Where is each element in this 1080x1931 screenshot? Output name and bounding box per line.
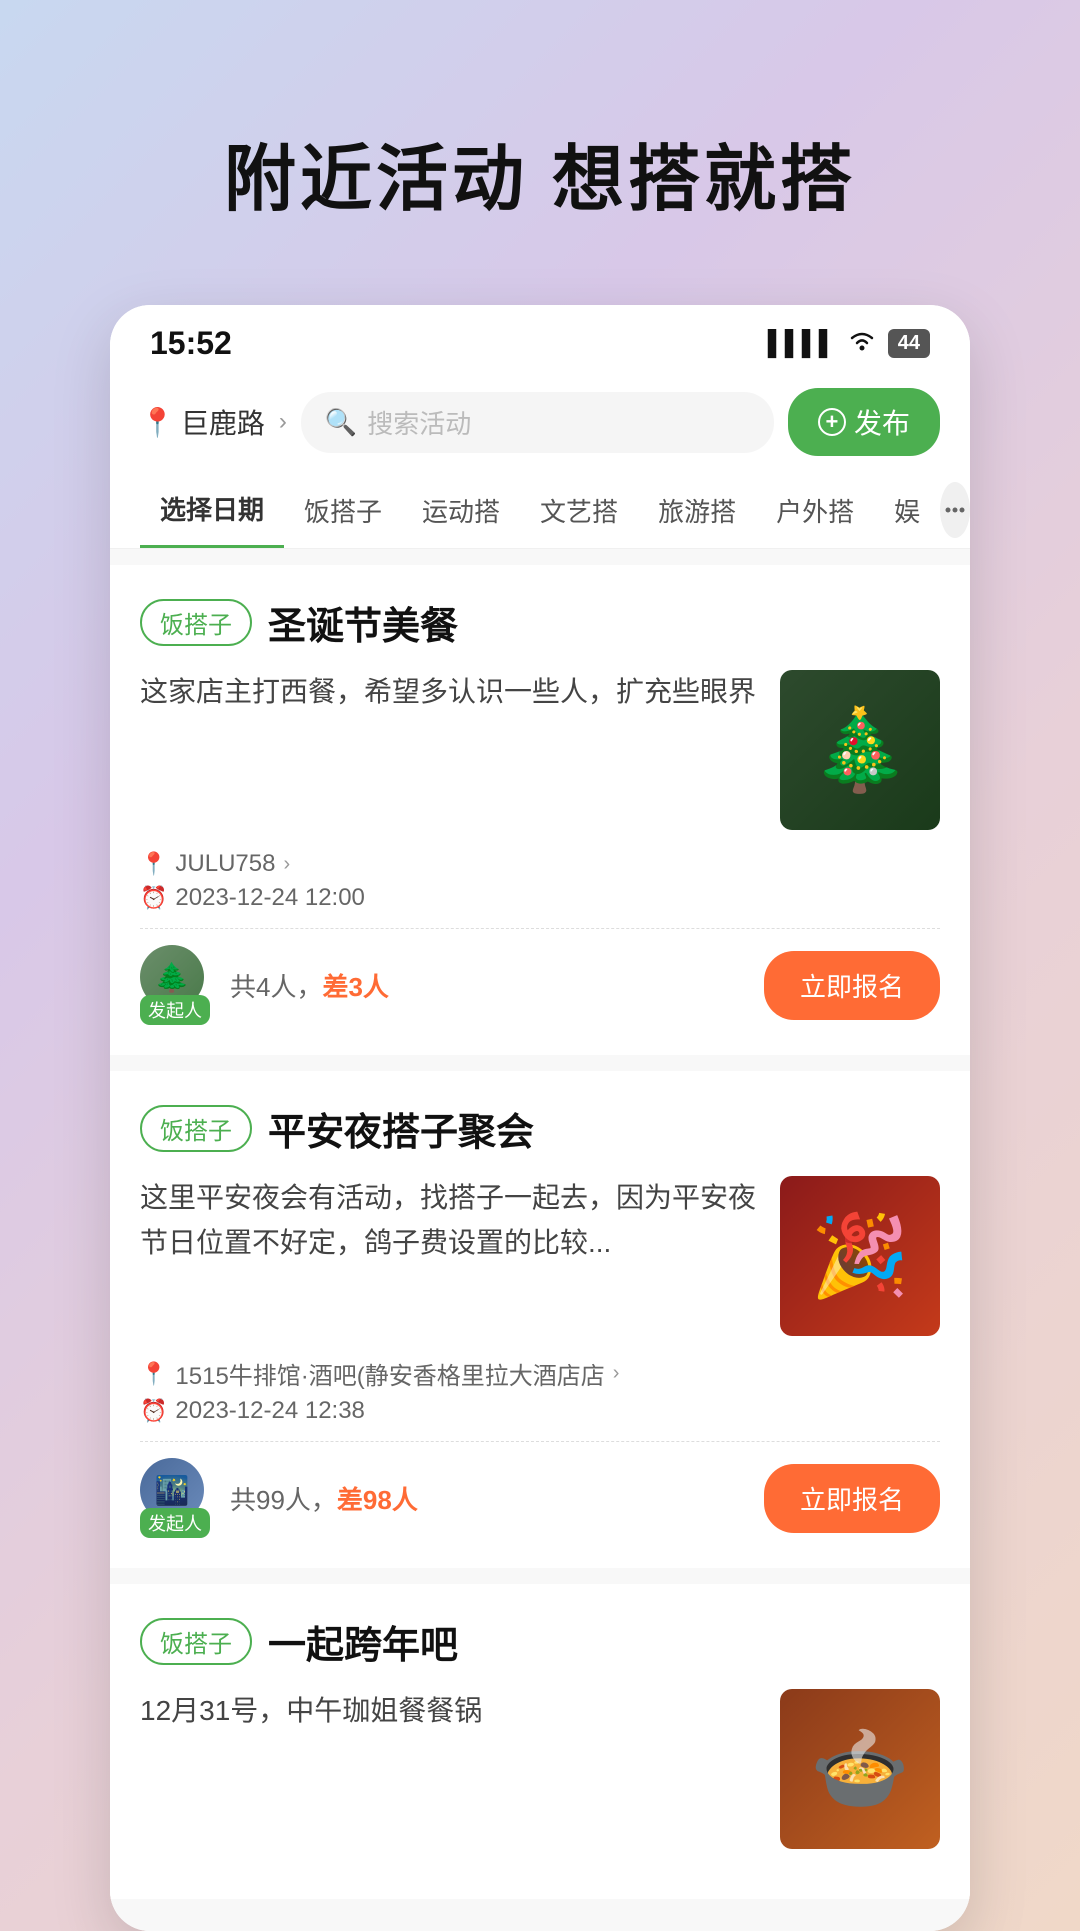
card-2-total: 共99人， <box>230 1485 337 1515</box>
search-placeholder: 搜索活动 <box>367 404 471 441</box>
card-2-location-arrow: › <box>613 1362 620 1385</box>
card-1-time: 2023-12-24 12:00 <box>175 884 365 912</box>
tab-entertainment-buddy[interactable]: 娱 <box>874 474 940 547</box>
time-meta-icon-1: ⏰ <box>140 885 167 911</box>
cards-container: 饭搭子 圣诞节美餐 这家店主打西餐，希望多认识一些人，扩充些眼界 🎄 📍 JUL… <box>110 549 970 1931</box>
card-1-total: 共4人， <box>230 972 322 1002</box>
card-1-meta: 📍 JULU758 › ⏰ 2023-12-24 12:00 <box>140 850 940 912</box>
tab-meal-buddy[interactable]: 饭搭子 <box>284 474 402 547</box>
card-3-desc: 12月31号，中午珈姐餐餐锅 <box>140 1689 760 1849</box>
card-2-body: 这里平安夜会有活动，找搭子一起去，因为平安夜节日位置不好定，鸽子费设置的比较..… <box>140 1176 940 1336</box>
card-2-footer: 🌃 发起人 共99人，差98人 立即报名 <box>140 1458 940 1538</box>
publish-button[interactable]: + 发布 <box>788 388 940 456</box>
search-icon: 🔍 <box>325 407 357 438</box>
card-1-register-button[interactable]: 立即报名 <box>764 951 940 1020</box>
card-3-header: 饭搭子 一起跨年吧 <box>140 1614 940 1669</box>
card-1-image-emoji: 🎄 <box>810 703 910 797</box>
card-1-image: 🎄 <box>780 670 940 830</box>
search-bar: 📍 巨鹿路 › 🔍 搜索活动 + 发布 <box>110 372 970 472</box>
activity-card-2: 饭搭子 平安夜搭子聚会 这里平安夜会有活动，找搭子一起去，因为平安夜节日位置不好… <box>110 1071 970 1568</box>
card-1-datetime: ⏰ 2023-12-24 12:00 <box>140 884 940 912</box>
card-1-tag: 饭搭子 <box>140 599 252 646</box>
card-1-footer: 🌲 发起人 共4人，差3人 立即报名 <box>140 945 940 1025</box>
status-icons: ▌▌▌▌ 44 <box>768 328 930 359</box>
tab-choose-date[interactable]: 选择日期 <box>140 472 284 548</box>
card-1-avatar-label: 发起人 <box>140 995 210 1025</box>
card-2-meta: 📍 1515牛排馆·酒吧(静安香格里拉大酒店店 › ⏰ 2023-12-24 1… <box>140 1356 940 1425</box>
card-2-avatar-label: 发起人 <box>140 1508 210 1538</box>
tab-art-buddy[interactable]: 文艺搭 <box>520 474 638 547</box>
activity-card-1: 饭搭子 圣诞节美餐 这家店主打西餐，希望多认识一些人，扩充些眼界 🎄 📍 JUL… <box>110 565 970 1055</box>
card-2-shortage: 差98人 <box>337 1485 418 1515</box>
signal-icon: ▌▌▌▌ <box>768 330 836 358</box>
plus-circle-icon: + <box>818 408 846 436</box>
card-1-shortage: 差3人 <box>322 972 388 1002</box>
card-2-tag: 饭搭子 <box>140 1105 252 1152</box>
card-1-participants: 共4人，差3人 <box>230 967 389 1004</box>
card-1-divider <box>140 928 940 929</box>
card-2-image: 🎉 <box>780 1176 940 1336</box>
card-2-datetime: ⏰ 2023-12-24 12:38 <box>140 1397 940 1425</box>
card-2-footer-left: 🌃 发起人 共99人，差98人 <box>140 1458 418 1538</box>
battery-icon: 44 <box>888 329 930 358</box>
location-meta-icon-2: 📍 <box>140 1361 167 1387</box>
location-pin-icon: 📍 <box>140 406 175 439</box>
card-3-body: 12月31号，中午珈姐餐餐锅 🍲 <box>140 1689 940 1849</box>
card-1-footer-left: 🌲 发起人 共4人，差3人 <box>140 945 389 1025</box>
card-1-avatar-wrap: 🌲 发起人 <box>140 945 210 1025</box>
card-1-body: 这家店主打西餐，希望多认识一些人，扩充些眼界 🎄 <box>140 670 940 830</box>
tab-travel-buddy[interactable]: 旅游搭 <box>638 474 756 547</box>
location-arrow-icon: › <box>279 408 287 436</box>
card-2-participants: 共99人，差98人 <box>230 1480 418 1517</box>
card-3-tag: 饭搭子 <box>140 1618 252 1665</box>
card-2-title: 平安夜搭子聚会 <box>268 1101 534 1156</box>
card-2-register-button[interactable]: 立即报名 <box>764 1464 940 1533</box>
phone-frame: 15:52 ▌▌▌▌ 44 📍 巨鹿路 › 🔍 搜索活动 + <box>110 305 970 1931</box>
location-meta-icon-1: 📍 <box>140 851 167 877</box>
location-text: 巨鹿路 <box>181 402 265 442</box>
card-1-location-arrow: › <box>283 853 290 876</box>
publish-label: 发布 <box>854 402 910 442</box>
tab-outdoor-buddy[interactable]: 户外搭 <box>756 474 874 547</box>
time-meta-icon-2: ⏰ <box>140 1398 167 1424</box>
card-2-time: 2023-12-24 12:38 <box>175 1397 365 1425</box>
card-3-image-emoji: 🍲 <box>810 1722 910 1816</box>
card-1-desc: 这家店主打西餐，希望多认识一些人，扩充些眼界 <box>140 670 760 830</box>
wifi-icon <box>846 328 878 359</box>
card-3-title: 一起跨年吧 <box>268 1614 458 1669</box>
activity-card-3: 饭搭子 一起跨年吧 12月31号，中午珈姐餐餐锅 🍲 <box>110 1584 970 1899</box>
card-3-image: 🍲 <box>780 1689 940 1849</box>
status-time: 15:52 <box>150 325 232 362</box>
card-2-divider <box>140 1441 940 1442</box>
card-1-location: 📍 JULU758 › <box>140 850 940 878</box>
location-btn[interactable]: 📍 巨鹿路 <box>140 402 265 442</box>
card-2-header: 饭搭子 平安夜搭子聚会 <box>140 1101 940 1156</box>
card-2-desc: 这里平安夜会有活动，找搭子一起去，因为平安夜节日位置不好定，鸽子费设置的比较..… <box>140 1176 760 1336</box>
card-1-title: 圣诞节美餐 <box>268 595 458 650</box>
card-2-location-name: 1515牛排馆·酒吧(静安香格里拉大酒店店 <box>175 1356 604 1391</box>
tab-more-icon[interactable] <box>940 482 970 538</box>
card-2-image-emoji: 🎉 <box>810 1209 910 1303</box>
status-bar: 15:52 ▌▌▌▌ 44 <box>110 305 970 372</box>
tab-sport-buddy[interactable]: 运动搭 <box>402 474 520 547</box>
card-1-header: 饭搭子 圣诞节美餐 <box>140 595 940 650</box>
card-2-location: 📍 1515牛排馆·酒吧(静安香格里拉大酒店店 › <box>140 1356 940 1391</box>
card-2-avatar-wrap: 🌃 发起人 <box>140 1458 210 1538</box>
search-input[interactable]: 🔍 搜索活动 <box>301 392 774 453</box>
category-tabs: 选择日期 饭搭子 运动搭 文艺搭 旅游搭 户外搭 娱 <box>110 472 970 549</box>
card-1-location-name: JULU758 <box>175 850 275 878</box>
hero-title: 附近活动 想搭就搭 <box>224 120 856 225</box>
